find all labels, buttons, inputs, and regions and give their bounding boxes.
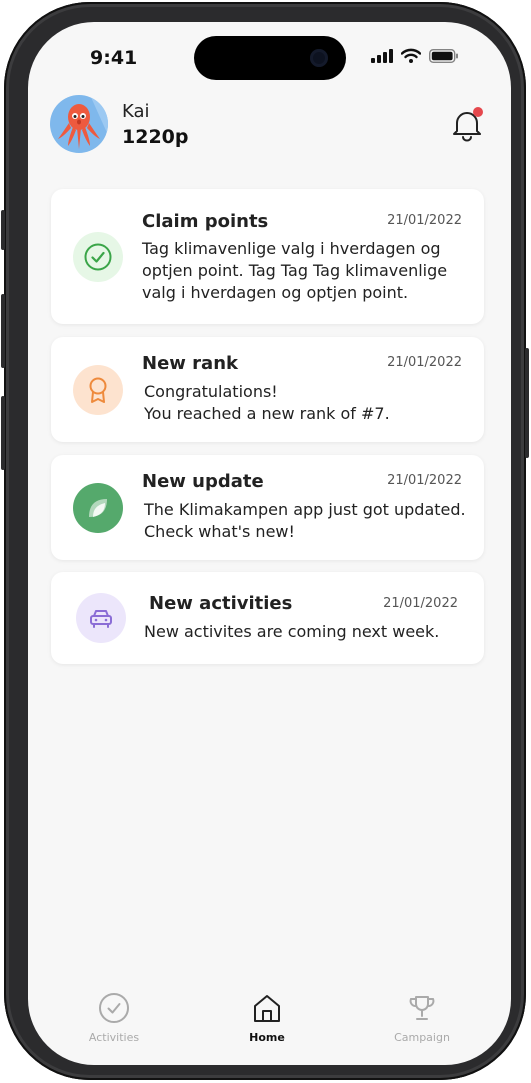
card-icon-wrap [73, 365, 123, 415]
card-text: Tag klimavenlige valg i hverdagen og opt… [142, 239, 448, 302]
notification-card-new-rank[interactable]: New rank 21/01/2022 Congratulations! You… [51, 337, 484, 442]
signal-icon [371, 48, 393, 63]
notification-card-new-update[interactable]: New update 21/01/2022 The Klimakampen ap… [51, 455, 484, 560]
leaf-icon [89, 499, 107, 517]
octopus-icon [58, 95, 108, 149]
card-text: New activites are coming next week. [144, 622, 440, 641]
card-title: New update [142, 471, 264, 492]
tab-activities[interactable]: Activities [54, 992, 174, 1044]
tab-bar: Activities Home Campaign [28, 992, 511, 1065]
card-text: The Klimakampen app just got updated. Ch… [144, 500, 466, 541]
notification-dot [473, 107, 483, 117]
check-circle-icon [84, 243, 112, 271]
car-icon [90, 610, 112, 628]
battery-icon [429, 48, 458, 63]
card-icon-wrap [76, 593, 126, 643]
volume-down-button [1, 396, 5, 470]
tab-campaign[interactable]: Campaign [362, 992, 482, 1044]
check-circle-icon [99, 993, 129, 1023]
power-button [525, 348, 529, 458]
notifications-button[interactable] [450, 106, 484, 142]
card-icon-wrap [73, 483, 123, 533]
phone-frame: 9:41 Kai 1220p Claim points 21/01/2022 T… [1, 2, 529, 1080]
card-date: 21/01/2022 [383, 596, 458, 611]
card-title: New activities [149, 593, 293, 614]
user-name: Kai [122, 101, 150, 122]
tab-label: Activities [88, 1031, 140, 1044]
avatar[interactable] [50, 95, 108, 153]
award-ribbon-icon [89, 377, 107, 403]
home-icon [254, 995, 280, 1022]
screen: 9:41 Kai 1220p Claim points 21/01/2022 T… [28, 22, 511, 1065]
card-text: Congratulations! You reached a new rank … [144, 382, 390, 423]
dynamic-island [194, 36, 346, 80]
notification-card-new-activities[interactable]: New activities 21/01/2022 New activites … [51, 572, 484, 664]
notification-card-claim-points[interactable]: Claim points 21/01/2022 Tag klimavenlige… [51, 189, 484, 324]
tab-label: Home [249, 1031, 285, 1044]
card-title: New rank [142, 353, 238, 374]
status-time: 9:41 [90, 47, 138, 69]
card-date: 21/01/2022 [387, 355, 462, 370]
trophy-icon [409, 996, 435, 1020]
card-date: 21/01/2022 [387, 213, 462, 228]
tab-home[interactable]: Home [207, 992, 327, 1044]
volume-up-button [1, 294, 5, 368]
front-camera [310, 49, 328, 67]
tab-label: Campaign [394, 1031, 450, 1044]
side-button [1, 210, 5, 250]
card-date: 21/01/2022 [387, 473, 462, 488]
card-icon-wrap [73, 232, 123, 282]
wifi-icon [401, 48, 421, 63]
card-title: Claim points [142, 211, 269, 232]
status-icons [371, 48, 459, 63]
user-points: 1220p [122, 126, 189, 148]
